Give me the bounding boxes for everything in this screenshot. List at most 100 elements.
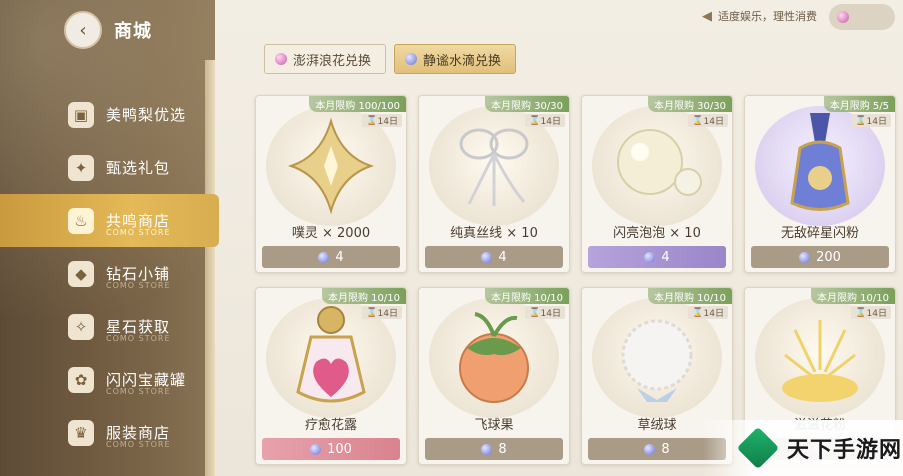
gift-box-icon: ▣ bbox=[68, 102, 94, 128]
gold-star-icon bbox=[287, 117, 375, 215]
bubble-icon bbox=[617, 129, 702, 196]
item-name: 纯真丝线 × 10 bbox=[450, 226, 538, 241]
price-value: 8 bbox=[498, 441, 507, 457]
exchange-tabs: 澎湃浪花兑换 静谧水滴兑换 bbox=[264, 44, 517, 74]
blue-gem-icon bbox=[644, 443, 656, 455]
limit-badge: 本月限购 10/10 bbox=[322, 288, 406, 304]
silk-thread-icon bbox=[459, 128, 529, 206]
drop-icon: ♨ bbox=[68, 208, 94, 234]
pink-gem-icon bbox=[275, 53, 287, 65]
diamond-icon: ◆ bbox=[68, 261, 94, 287]
tab-wave-exchange[interactable]: 澎湃浪花兑换 bbox=[264, 44, 387, 74]
tab-droplet-exchange[interactable]: 静谧水滴兑换 bbox=[394, 44, 517, 74]
clothes-icon: ♛ bbox=[68, 420, 94, 446]
timer-text: 14日 bbox=[703, 117, 724, 127]
product-card[interactable]: 本月限购 10/10 ⌛ 14日 疗愈花露 100 bbox=[255, 287, 407, 465]
price-value: 200 bbox=[816, 249, 841, 265]
watermark-text: 天下手游网 bbox=[787, 438, 903, 463]
sidebar-nav: ▣ 美鸭梨优选 ✦ 甄选礼包 ♨ 共鸣商店 COMO STORE ◆ 钻石小铺 … bbox=[0, 88, 219, 459]
timer-badge: ⌛ 14日 bbox=[525, 114, 565, 127]
sidebar-item-label: 甄选礼包 bbox=[106, 159, 171, 177]
item-name: 闪亮泡泡 × 10 bbox=[613, 226, 701, 241]
price-button[interactable]: 8 bbox=[425, 438, 563, 460]
treasure-jar-icon: ✿ bbox=[68, 367, 94, 393]
limit-badge: 本月限购 10/10 bbox=[811, 288, 895, 304]
sidebar-item-gift-pack[interactable]: ✦ 甄选礼包 bbox=[0, 141, 215, 194]
horn-icon: ◀ bbox=[702, 8, 712, 24]
price-button[interactable]: 100 bbox=[262, 438, 400, 460]
gift-icon: ✦ bbox=[68, 155, 94, 181]
limit-badge: 本月限购 30/30 bbox=[485, 96, 569, 112]
timer-text: 14日 bbox=[540, 309, 561, 319]
product-card[interactable]: 本月限购 30/30 ⌛ 14日 纯真丝线 × 10 4 bbox=[418, 95, 570, 273]
blue-gem-icon bbox=[481, 251, 493, 263]
timer-text: 14日 bbox=[703, 309, 724, 319]
sidebar-item-star-stone[interactable]: ✧ 星石获取 COMO STORE bbox=[0, 300, 215, 353]
sidebar-item-sub: COMO STORE bbox=[106, 334, 171, 343]
sidebar-item-diamond-shop[interactable]: ◆ 钻石小铺 COMO STORE bbox=[0, 247, 215, 300]
titlebar: ‹ 商城 bbox=[64, 10, 152, 50]
sidebar-item-clothes-shop[interactable]: ♛ 服装商店 COMO STORE bbox=[0, 406, 215, 459]
price-button[interactable]: 200 bbox=[751, 246, 889, 268]
price-value: 4 bbox=[661, 249, 670, 265]
timer-badge: ⌛ 14日 bbox=[688, 306, 728, 319]
product-card[interactable]: 本月限购 10/10 ⌛ 14日 飞球果 8 bbox=[418, 287, 570, 465]
sidebar-item-sub: COMO STORE bbox=[106, 228, 171, 237]
blue-gem-icon bbox=[405, 53, 418, 65]
sidebar-item-meiyali[interactable]: ▣ 美鸭梨优选 bbox=[0, 88, 215, 141]
watermark: 天下手游网 bbox=[703, 420, 903, 476]
potion-bottle-icon bbox=[790, 113, 850, 211]
blue-gem-icon bbox=[310, 443, 322, 455]
sidebar-item-sub: COMO STORE bbox=[106, 387, 171, 396]
item-name: 噗灵 × 2000 bbox=[291, 226, 371, 241]
blue-gem-icon bbox=[481, 443, 493, 455]
sidebar-item-sub: COMO STORE bbox=[106, 281, 171, 290]
product-card[interactable]: 本月限购 100/100 ⌛ 14日 噗灵 × 2000 4 bbox=[255, 95, 407, 273]
timer-badge: ⌛ 14日 bbox=[362, 306, 402, 319]
blue-gem-icon bbox=[318, 251, 330, 263]
item-name: 无敌碎星闪粉 bbox=[780, 226, 859, 241]
page-title: 商城 bbox=[114, 21, 152, 42]
timer-text: 14日 bbox=[377, 309, 398, 319]
price-value: 4 bbox=[335, 249, 344, 265]
timer-badge: ⌛ 14日 bbox=[525, 306, 565, 319]
watermark-logo-icon bbox=[736, 426, 780, 470]
fruit-icon bbox=[459, 312, 529, 403]
product-card[interactable]: 本月限购 5/5 ⌛ 14日 无敌碎星闪粉 200 bbox=[744, 95, 896, 273]
tab-label: 澎湃浪花兑换 bbox=[293, 53, 372, 69]
limit-badge: 本月限购 100/100 bbox=[309, 96, 406, 112]
limit-badge: 本月限购 5/5 bbox=[823, 96, 895, 112]
price-button[interactable]: 4 bbox=[425, 246, 563, 268]
currency-display[interactable] bbox=[829, 4, 895, 30]
item-name: 疗愈花露 bbox=[304, 418, 357, 433]
blue-gem-icon bbox=[644, 251, 656, 263]
timer-text: 14日 bbox=[540, 117, 561, 127]
tab-label: 静谧水滴兑换 bbox=[423, 53, 502, 69]
timer-badge: ⌛ 14日 bbox=[688, 114, 728, 127]
limit-badge: 本月限购 30/30 bbox=[648, 96, 732, 112]
product-card[interactable]: 本月限购 30/30 ⌛ 14日 闪亮泡泡 × 10 4 bbox=[581, 95, 733, 273]
sidebar-item-resonance-shop[interactable]: ♨ 共鸣商店 COMO STORE bbox=[0, 194, 219, 247]
price-button[interactable]: 4 bbox=[262, 246, 400, 268]
timer-badge: ⌛ 14日 bbox=[362, 114, 402, 127]
limit-badge: 本月限购 10/10 bbox=[485, 288, 569, 304]
timer-text: 14日 bbox=[377, 117, 398, 127]
timer-badge: ⌛ 14日 bbox=[851, 114, 891, 127]
notice-text: 适度娱乐，理性消费 bbox=[718, 10, 817, 23]
price-value: 100 bbox=[327, 441, 352, 457]
timer-badge: ⌛ 14日 bbox=[851, 306, 891, 319]
timer-text: 14日 bbox=[866, 309, 887, 319]
notice: ◀ 适度娱乐，理性消费 bbox=[702, 8, 817, 24]
price-value: 4 bbox=[498, 249, 507, 265]
sidebar-item-label: 美鸭梨优选 bbox=[106, 106, 187, 124]
blue-gem-icon bbox=[799, 251, 811, 263]
sidebar-item-treasure-jar[interactable]: ✿ 闪闪宝藏罐 COMO STORE bbox=[0, 353, 215, 406]
timer-text: 14日 bbox=[866, 117, 887, 127]
star-stone-icon: ✧ bbox=[68, 314, 94, 340]
price-button[interactable]: 4 bbox=[588, 246, 726, 268]
limit-badge: 本月限购 10/10 bbox=[648, 288, 732, 304]
back-button[interactable]: ‹ bbox=[64, 11, 102, 49]
pollen-icon bbox=[782, 320, 858, 402]
pink-gem-icon bbox=[837, 11, 849, 23]
fluff-ball-icon bbox=[621, 319, 693, 402]
